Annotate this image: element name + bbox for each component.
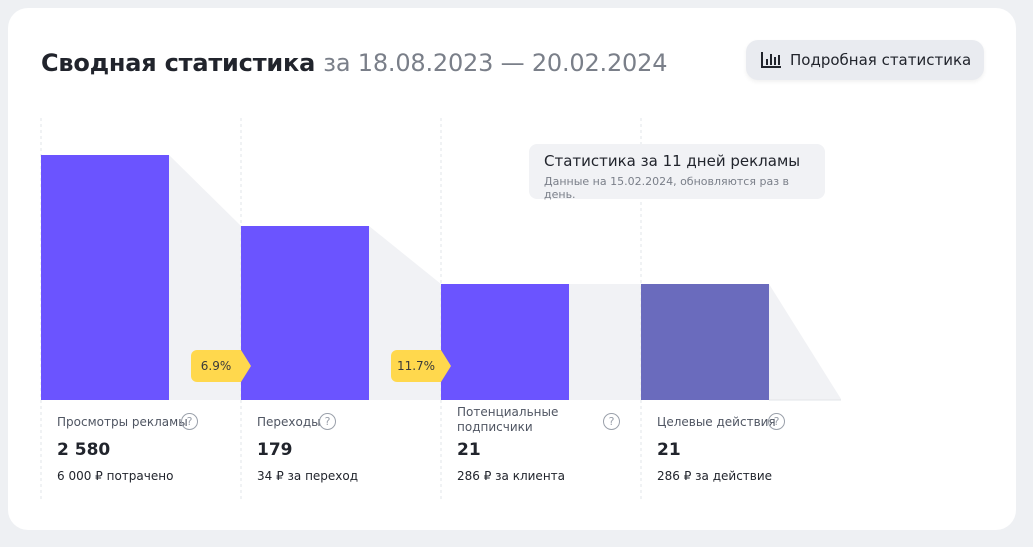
metric-value: 179 (257, 440, 293, 460)
stats-tooltip: Статистика за 11 дней рекламы Данные на … (529, 144, 825, 201)
metric-label: Просмотры рекламы (57, 415, 188, 429)
metric-value: 21 (457, 440, 481, 460)
metric-label: Потенциальные подписчики (457, 405, 559, 434)
conversion-badge-1: 6.9% (191, 350, 251, 382)
metric-sub: 6 000 ₽ потрачено (57, 469, 174, 483)
metric-sub: 286 ₽ за действие (657, 469, 773, 483)
help-icon[interactable]: ? (181, 413, 198, 430)
bar-clicks (241, 226, 369, 400)
metric-value: 2 580 (57, 440, 111, 460)
funnel-connector-4 (769, 284, 841, 400)
help-icon[interactable]: ? (603, 413, 620, 430)
bar-target-actions (641, 284, 769, 400)
funnel-connector-3 (569, 284, 641, 400)
help-icon[interactable]: ? (319, 413, 336, 430)
metric-label: Целевые действия (657, 415, 776, 429)
tooltip-title: Статистика за 11 дней рекламы (544, 152, 801, 170)
metric-label: Переходы (257, 415, 321, 429)
bar-subscribers (441, 284, 569, 400)
help-icon[interactable]: ? (768, 413, 785, 430)
funnel-chart (40, 118, 841, 500)
bar-views (41, 155, 169, 400)
conversion-badge-2: 11.7% (391, 350, 451, 382)
metric-sub: 34 ₽ за переход (257, 469, 359, 483)
tooltip-note: Данные на 15.02.2024, обновляются раз в … (544, 175, 790, 201)
metric-value: 21 (657, 440, 681, 460)
metric-sub: 286 ₽ за клиента (457, 469, 566, 483)
